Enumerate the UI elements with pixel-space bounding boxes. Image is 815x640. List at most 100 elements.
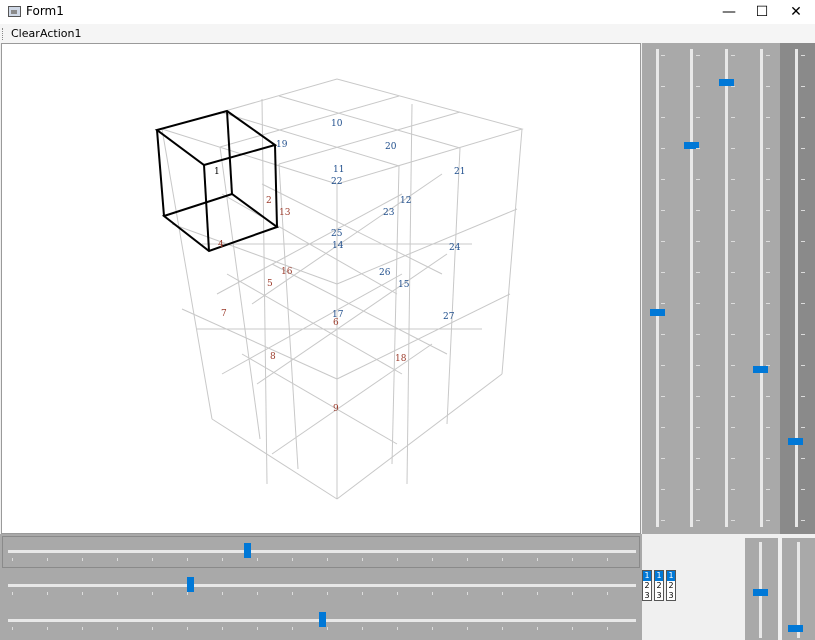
slider-tick — [731, 520, 735, 521]
slider-tick — [801, 365, 805, 366]
slider-tick — [731, 241, 735, 242]
v-slider-thumb-4[interactable] — [753, 366, 768, 374]
v-slider-thumb-7[interactable] — [788, 625, 803, 632]
slider-tick — [661, 303, 665, 304]
slider-tick — [661, 365, 665, 366]
slider-tick — [12, 592, 13, 595]
menu-clear[interactable]: Clear — [11, 27, 40, 40]
mini-indicator: 1 2 3 — [666, 570, 676, 601]
mini-indicator-bot: 3 — [644, 591, 650, 600]
slider-tick — [731, 210, 735, 211]
slider-tick — [731, 334, 735, 335]
cube-grid — [161, 78, 524, 500]
maximize-button[interactable]: ☐ — [745, 0, 779, 24]
h-slider-thumb-1[interactable] — [243, 543, 251, 558]
h-slider-thumb-2[interactable] — [187, 577, 195, 592]
slider-tick — [696, 303, 700, 304]
highlight-cube — [154, 109, 280, 253]
cube-label: 14 — [332, 241, 344, 251]
slider-tick — [661, 179, 665, 180]
slider-tick — [696, 272, 700, 273]
slider-tick — [696, 210, 700, 211]
slider-tick — [661, 458, 665, 459]
slider-tick — [502, 558, 503, 561]
slider-tick — [661, 210, 665, 211]
mini-indicator-group: 1 2 3 1 2 3 1 2 3 — [642, 570, 676, 602]
cube-label: 27 — [443, 312, 455, 322]
slider-tick — [397, 592, 398, 595]
cube-label: 19 — [276, 140, 288, 150]
slider-tick — [801, 86, 805, 87]
slider-tick — [327, 558, 328, 561]
slider-tick — [766, 86, 770, 87]
slider-tick — [766, 55, 770, 56]
slider-tick — [362, 627, 363, 630]
title-bar: Form1 — ☐ ✕ — [0, 0, 815, 24]
slider-tick — [187, 592, 188, 595]
slider-tick — [152, 592, 153, 595]
slider-tick — [187, 558, 188, 561]
slider-tick — [222, 558, 223, 561]
cube-label: 13 — [279, 208, 291, 218]
slider-tick — [731, 148, 735, 149]
cube-label: 23 — [383, 208, 395, 218]
cube-label: 15 — [398, 280, 410, 290]
v-slider-thumb-1[interactable] — [650, 308, 665, 316]
slider-tick — [696, 241, 700, 242]
slider-tick — [661, 117, 665, 118]
slider-tick — [766, 489, 770, 490]
v-slider-track — [797, 542, 800, 638]
h-slider-thumb-3[interactable] — [319, 612, 326, 627]
minimize-button[interactable]: — — [712, 0, 746, 24]
cube-svg: 10 19 20 21 11 22 12 23 24 25 14 26 15 2… — [154, 78, 524, 500]
slider-tick — [187, 627, 188, 630]
slider-tick — [222, 592, 223, 595]
slider-tick — [731, 55, 735, 56]
slider-tick — [731, 396, 735, 397]
slider-tick — [152, 627, 153, 630]
v-slider-thumb-5[interactable] — [788, 437, 803, 445]
slider-tick — [537, 592, 538, 595]
slider-tick — [801, 55, 805, 56]
slider-tick — [766, 365, 770, 366]
slider-tick — [117, 627, 118, 630]
slider-tick — [502, 627, 503, 630]
cube-label: 11 — [333, 165, 344, 175]
cube-label: 6 — [333, 318, 339, 328]
slider-tick — [801, 427, 805, 428]
slider-tick — [731, 117, 735, 118]
cube-viewport[interactable]: 10 19 20 21 11 22 12 23 24 25 14 26 15 2… — [1, 43, 641, 534]
slider-tick — [801, 520, 805, 521]
slider-tick — [696, 148, 700, 149]
v-slider-thumb-6[interactable] — [753, 589, 768, 596]
slider-tick — [82, 627, 83, 630]
mini-indicator: 1 2 3 — [654, 570, 664, 601]
slider-tick — [661, 520, 665, 521]
menu-action1[interactable]: Action1 — [40, 27, 81, 40]
slider-tick — [801, 179, 805, 180]
cube-label: 22 — [331, 177, 342, 187]
cube-label: 24 — [449, 243, 461, 253]
mini-indicator-mid: 2 — [644, 581, 650, 590]
cube-label: 1 — [214, 167, 220, 177]
slider-tick — [696, 365, 700, 366]
slider-tick — [572, 627, 573, 630]
slider-tick — [661, 148, 665, 149]
slider-tick — [696, 489, 700, 490]
mini-indicator-top: 1 — [655, 571, 663, 581]
slider-tick — [222, 627, 223, 630]
close-button[interactable]: ✕ — [779, 0, 813, 24]
slider-tick — [766, 303, 770, 304]
slider-tick — [47, 627, 48, 630]
v-slider-track — [725, 49, 728, 527]
slider-tick — [257, 558, 258, 561]
slider-tick — [731, 179, 735, 180]
cube-label: 8 — [270, 352, 276, 362]
panel-divider — [778, 538, 782, 640]
slider-tick — [766, 396, 770, 397]
slider-tick — [801, 272, 805, 273]
slider-tick — [362, 592, 363, 595]
v-slider-track — [656, 49, 659, 527]
v-slider-track — [760, 49, 763, 527]
slider-tick — [766, 210, 770, 211]
